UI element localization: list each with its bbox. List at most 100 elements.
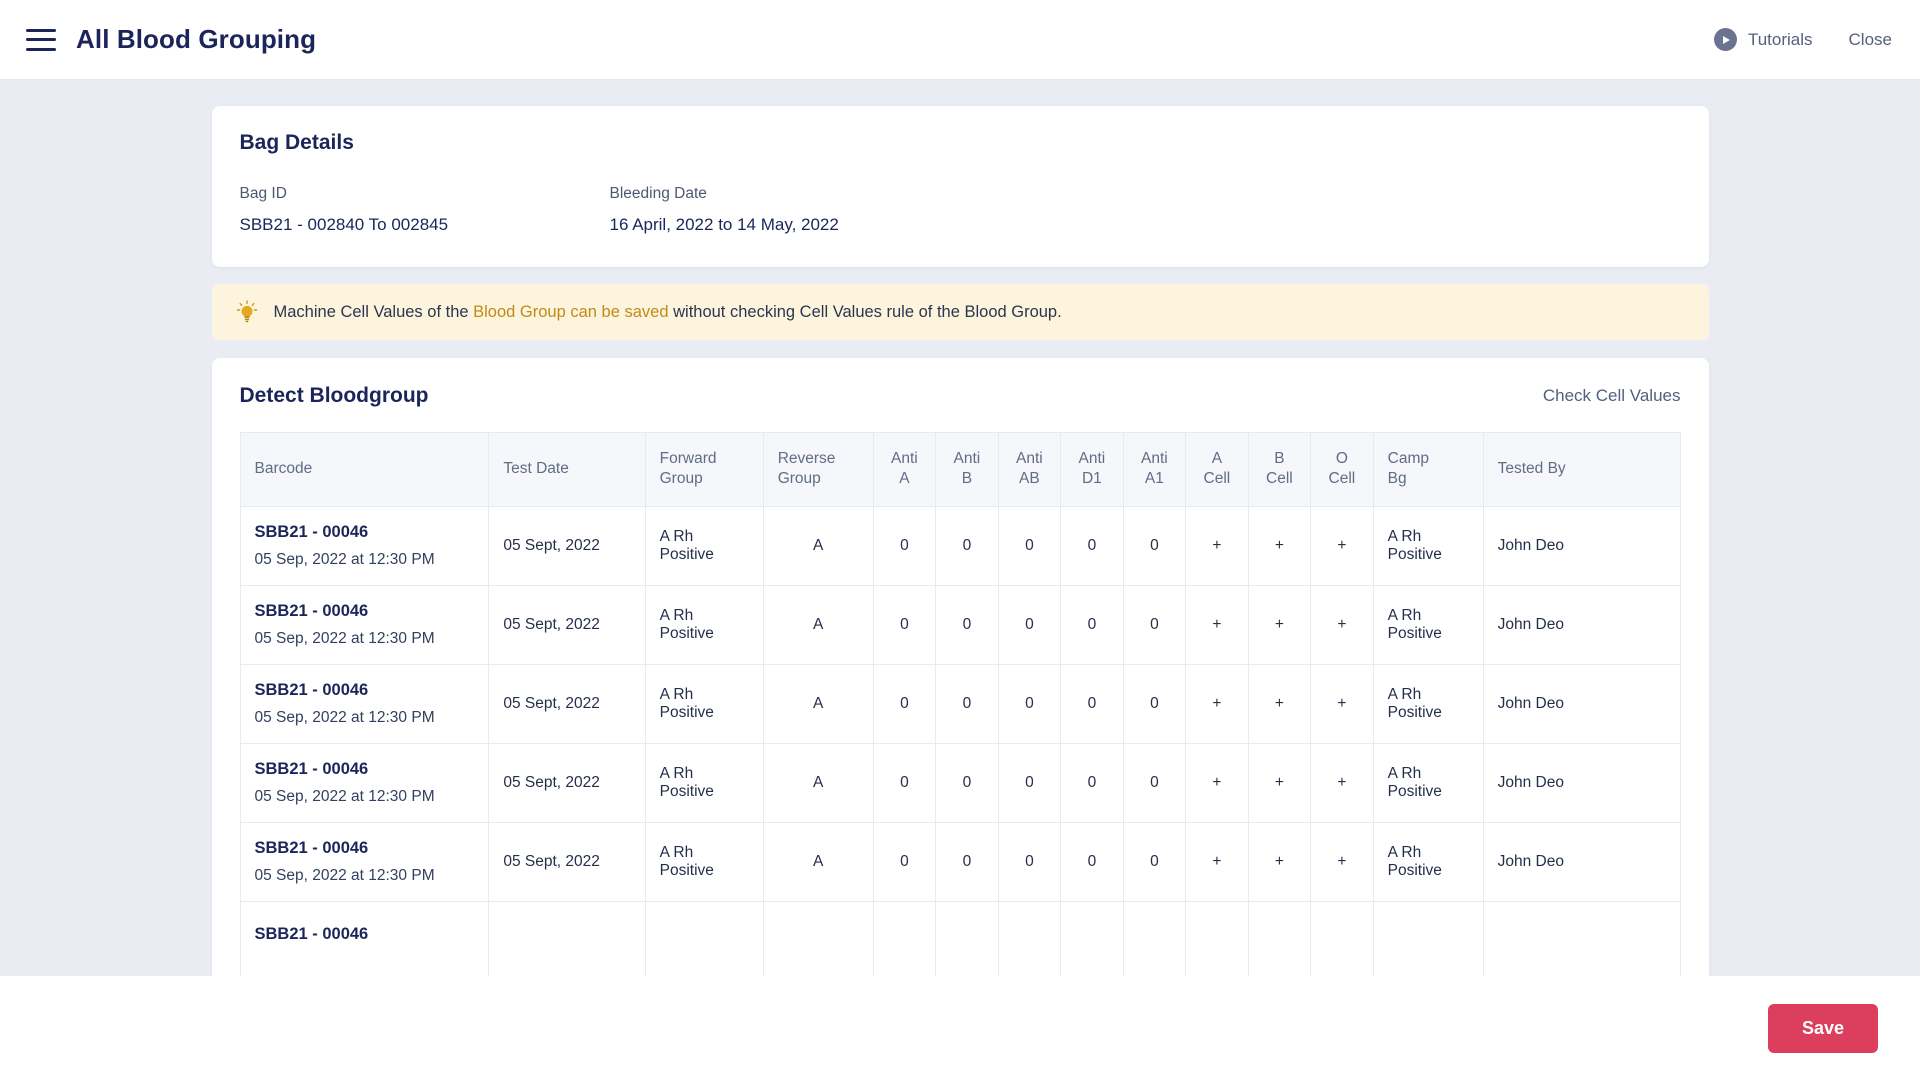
banner-text-highlight: Blood Group can be saved — [473, 302, 669, 321]
column-header-line: O — [1335, 450, 1348, 467]
lightbulb-icon — [236, 300, 258, 324]
barcode-code: SBB21 - 00046 — [254, 838, 369, 857]
column-header-barcode[interactable]: Barcode — [239, 432, 490, 507]
cell-forward-group: A Rh Positive — [644, 584, 764, 665]
column-header-line: Group — [659, 470, 703, 488]
cell-b-cell: + — [1247, 742, 1312, 823]
barcode-timestamp: 05 Sep, 2022 at 12:30 PM — [254, 629, 435, 647]
content-wrapper: Bag Details Bag ID SBB21 - 002840 To 002… — [211, 80, 1709, 998]
cell-anti-a1 — [1122, 900, 1187, 978]
column-header-reverse-group[interactable]: Reverse Group — [762, 432, 874, 507]
cell-tested-by: John Deo — [1482, 742, 1681, 823]
cell-a-cell: + — [1185, 505, 1249, 586]
close-button[interactable]: Close — [1849, 30, 1892, 50]
bag-id-field: Bag ID SBB21 - 002840 To 002845 — [240, 185, 610, 235]
bag-details-title: Bag Details — [239, 131, 354, 154]
table-row[interactable]: SBB21 - 00046 05 Sep, 2022 at 12:30 PM 05 … — [239, 584, 1681, 665]
save-button[interactable]: Save — [1767, 1003, 1878, 1053]
cell-anti-d1: 0 — [1060, 505, 1124, 586]
column-header-anti-d1[interactable]: Anti D1 — [1060, 432, 1124, 507]
tutorials-label: Tutorials — [1747, 29, 1813, 49]
cell-anti-a: 0 — [872, 663, 937, 744]
cell-anti-b: 0 — [935, 584, 999, 665]
column-header-line: Test Date — [503, 460, 569, 478]
cell-b-cell: + — [1247, 584, 1312, 665]
cell-forward-group: A Rh Positive — [644, 505, 764, 586]
play-circle-icon — [1713, 28, 1737, 51]
column-header-a-cell[interactable]: A Cell — [1185, 432, 1249, 507]
cell-anti-b: 0 — [935, 821, 999, 902]
banner-text-after: without checking Cell Values rule of the… — [668, 302, 1062, 321]
detect-bloodgroup-header: Detect Bloodgroup Check Cell Values — [240, 384, 1681, 408]
column-header-anti-ab[interactable]: Anti AB — [997, 432, 1062, 507]
bleeding-date-field: Bleeding Date 16 April, 2022 to 14 May, … — [610, 185, 980, 235]
table-row[interactable]: SBB21 - 00046 05 Sep, 2022 at 12:30 PM 05 … — [239, 742, 1681, 823]
barcode-code: SBB21 - 00046 — [254, 680, 369, 699]
column-header-forward-group[interactable]: Forward Group — [644, 432, 764, 507]
barcode-timestamp: 05 Sep, 2022 at 12:30 PM — [254, 866, 435, 884]
cell-camp-bg: A Rh Positive — [1372, 505, 1484, 586]
cell-anti-ab: 0 — [997, 505, 1062, 586]
cell-a-cell: + — [1185, 821, 1249, 902]
table-row[interactable]: SBB21 - 00046 05 Sep, 2022 at 12:30 PM 05 … — [239, 663, 1681, 744]
cell-anti-ab: 0 — [997, 584, 1062, 665]
column-header-anti-a1[interactable]: Anti A1 — [1122, 432, 1187, 507]
column-header-line: Reverse — [777, 450, 836, 467]
cell-b-cell — [1247, 900, 1312, 978]
cell-camp-bg: A Rh Positive — [1372, 584, 1484, 665]
top-bar: All Blood Grouping Tutorials Close — [0, 0, 1920, 80]
cell-anti-d1: 0 — [1060, 821, 1124, 902]
table-body: SBB21 - 00046 05 Sep, 2022 at 12:30 PM 05 … — [239, 505, 1681, 978]
footer-bar: Save — [0, 976, 1920, 1080]
column-header-anti-a[interactable]: Anti A — [872, 432, 937, 507]
cell-camp-bg — [1372, 900, 1484, 978]
cell-anti-d1 — [1060, 900, 1124, 978]
bleeding-date-value: 16 April, 2022 to 14 May, 2022 — [609, 215, 839, 234]
column-header-line: Anti — [1141, 450, 1168, 467]
cell-camp-bg: A Rh Positive — [1372, 663, 1484, 744]
column-header-line: B — [961, 470, 973, 488]
table-row[interactable]: SBB21 - 00046 05 Sep, 2022 at 12:30 PM 05 … — [239, 821, 1681, 902]
bag-id-value: SBB21 - 002840 To 002845 — [239, 215, 449, 234]
cell-anti-b: 0 — [935, 742, 999, 823]
column-header-line: Cell — [1266, 470, 1293, 488]
cell-barcode: SBB21 - 00046 — [239, 900, 490, 978]
hamburger-icon[interactable] — [26, 28, 56, 51]
cell-barcode: SBB21 - 00046 05 Sep, 2022 at 12:30 PM — [239, 584, 490, 665]
cell-test-date: 05 Sept, 2022 — [488, 584, 646, 665]
cell-anti-b — [935, 900, 999, 978]
table-row[interactable]: SBB21 - 00046 05 Sep, 2022 at 12:30 PM 05 … — [239, 505, 1681, 586]
tutorials-button[interactable]: Tutorials — [1713, 28, 1813, 51]
table-row[interactable]: SBB21 - 00046 — [239, 900, 1681, 978]
bleeding-date-label: Bleeding Date — [609, 185, 707, 202]
column-header-o-cell[interactable]: O Cell — [1310, 432, 1374, 507]
cell-anti-a1: 0 — [1122, 584, 1187, 665]
cell-anti-a1: 0 — [1122, 663, 1187, 744]
cell-forward-group: A Rh Positive — [644, 821, 764, 902]
cell-test-date — [488, 900, 646, 978]
cell-anti-b: 0 — [935, 663, 999, 744]
column-header-test-date[interactable]: Test Date — [488, 432, 646, 507]
cell-tested-by: John Deo — [1482, 584, 1681, 665]
cell-o-cell — [1310, 900, 1374, 978]
column-header-camp-bg[interactable]: Camp Bg — [1372, 432, 1484, 507]
check-cell-values-button[interactable]: Check Cell Values — [1543, 386, 1681, 406]
cell-tested-by — [1482, 900, 1681, 978]
cell-anti-a1: 0 — [1122, 821, 1187, 902]
app-root: All Blood Grouping Tutorials Close Bag D… — [0, 0, 1920, 1080]
column-header-line: Group — [777, 470, 821, 488]
table-header: Barcode Test Date Forward Group Reverse Gr… — [239, 432, 1681, 507]
cell-tested-by: John Deo — [1482, 663, 1681, 744]
column-header-line: D1 — [1081, 470, 1102, 488]
info-banner: Machine Cell Values of the Blood Group c… — [211, 284, 1709, 340]
column-header-anti-b[interactable]: Anti B — [935, 432, 999, 507]
barcode-timestamp: 05 Sep, 2022 at 12:30 PM — [254, 550, 435, 568]
column-header-tested-by[interactable]: Tested By — [1482, 432, 1681, 507]
column-header-line: Anti — [953, 450, 981, 467]
cell-a-cell — [1185, 900, 1249, 978]
cell-anti-ab: 0 — [997, 821, 1062, 902]
banner-text-before: Machine Cell Values of the — [273, 302, 474, 321]
column-header-line: Tested By — [1497, 460, 1566, 478]
barcode-timestamp: 05 Sep, 2022 at 12:30 PM — [254, 787, 435, 805]
column-header-b-cell[interactable]: B Cell — [1247, 432, 1312, 507]
